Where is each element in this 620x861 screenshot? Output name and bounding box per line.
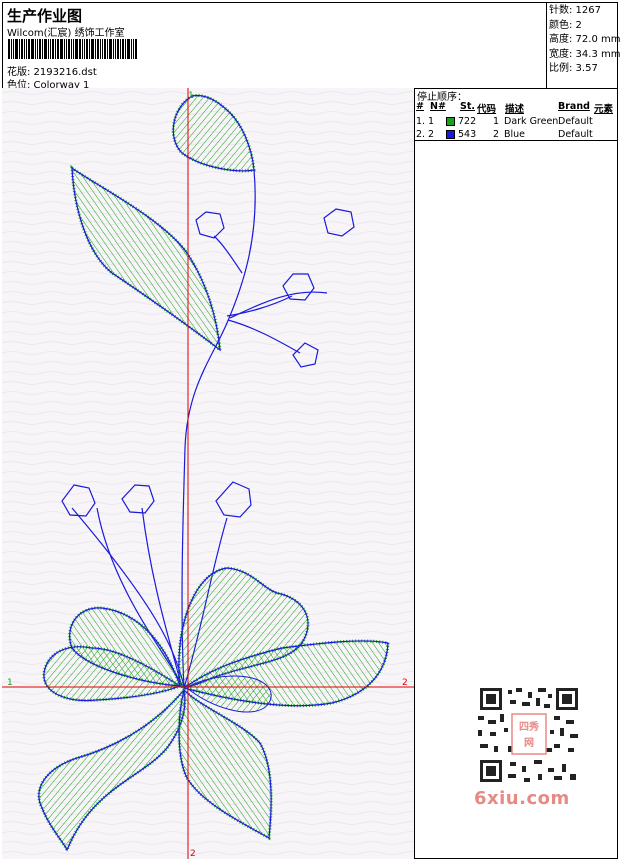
col-code: 代码 xyxy=(477,104,497,115)
qr-code-graphic: 四秀 网 xyxy=(474,684,584,786)
row-desc: Blue xyxy=(504,129,526,140)
color-swatch xyxy=(446,117,455,126)
header-info: 生产作业图 Wilcom(汇宸) 绣饰工作室 花版: 2193216.dst 色… xyxy=(2,2,547,91)
table-row: 1. 1 722 1 Dark Green Default xyxy=(415,116,618,128)
col-st: St. xyxy=(460,101,475,112)
design-width: 宽度: 34.3 mm xyxy=(549,48,620,60)
qr-code: 四秀 网 xyxy=(474,684,584,786)
col-desc: 描述 xyxy=(505,104,525,115)
row-desc: Dark Green xyxy=(504,116,559,127)
row-n: 2 xyxy=(428,129,435,140)
page-title: 生产作业图 xyxy=(7,7,83,25)
row-num: 2. xyxy=(416,129,426,140)
qr-center-line1: 四秀 xyxy=(519,720,539,733)
axis-label-right: 2 xyxy=(402,678,408,688)
row-num: 1. xyxy=(416,116,426,127)
design-canvas: 1 1 2 2 xyxy=(2,88,415,859)
design-height: 高度: 72.0 mm xyxy=(549,34,620,45)
col-num: # xyxy=(416,101,424,112)
color-count: 颜色: 2 xyxy=(549,19,582,31)
qr-center-line2: 网 xyxy=(524,737,534,749)
stop-sequence-header: # N# St. 代码 描述 Brand 元素 xyxy=(415,101,618,115)
col-n: N# xyxy=(430,101,446,112)
row-stitches: 722 xyxy=(458,116,477,127)
row-code: 1 xyxy=(493,116,500,127)
embroidery-design: 1 1 2 2 xyxy=(2,88,414,859)
row-code: 2 xyxy=(493,129,500,140)
axis-label-left: 1 xyxy=(7,678,13,688)
stitch-count: 针数: 1267 xyxy=(549,5,601,16)
row-brand: Default xyxy=(558,129,593,140)
axis-label-bottom: 2 xyxy=(190,849,196,859)
watermark-brand: 6xiu.com xyxy=(474,788,570,809)
divider xyxy=(415,140,618,141)
color-swatch xyxy=(446,130,455,139)
col-brand: Brand xyxy=(558,101,590,112)
header: 生产作业图 Wilcom(汇宸) 绣饰工作室 花版: 2193216.dst 色… xyxy=(2,2,620,91)
row-n: 1 xyxy=(428,116,435,127)
col-elem: 元素 xyxy=(594,104,614,115)
row-brand: Default xyxy=(558,116,593,127)
row-stitches: 543 xyxy=(458,129,477,140)
design-stats: 针数: 1267 颜色: 2 高度: 72.0 mm 宽度: 34.3 mm 比… xyxy=(549,4,620,77)
design-scale: 比例: 3.57 xyxy=(549,63,598,74)
axis-label-top: 1 xyxy=(188,91,194,101)
barcode xyxy=(8,39,144,59)
company-name: Wilcom(汇宸) 绣饰工作室 xyxy=(7,28,125,39)
